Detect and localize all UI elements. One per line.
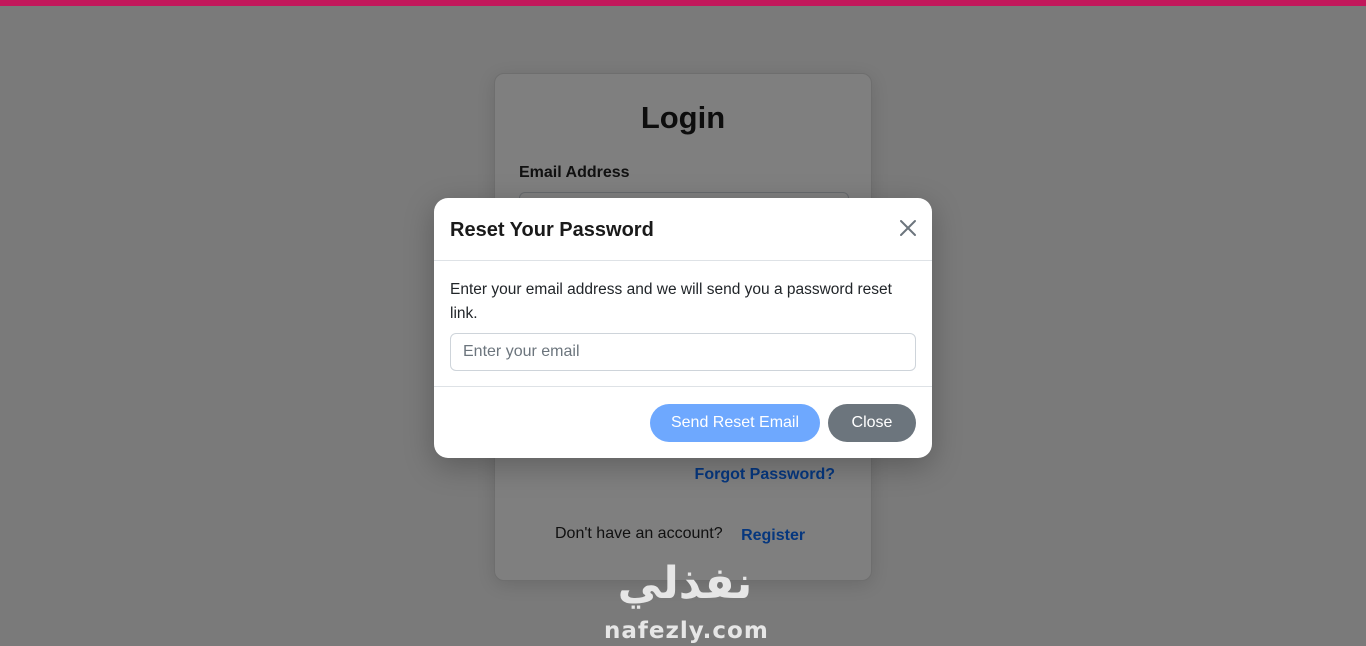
- reset-email-input[interactable]: [450, 333, 916, 371]
- modal-header: Reset Your Password: [434, 198, 932, 261]
- watermark-arabic: نفذلي: [617, 558, 754, 609]
- watermark-latin: nafezly.com: [604, 618, 769, 644]
- watermark-logo: نفذلي nafezly.com: [600, 558, 770, 646]
- reset-password-modal: Reset Your Password Enter your email add…: [434, 198, 932, 458]
- modal-body: Enter your email address and we will sen…: [434, 261, 932, 387]
- modal-description: Enter your email address and we will sen…: [450, 281, 892, 322]
- modal-title: Reset Your Password: [450, 219, 654, 241]
- close-button[interactable]: Close: [828, 404, 916, 442]
- close-icon[interactable]: [896, 216, 920, 240]
- modal-footer: Send Reset Email Close: [434, 387, 932, 458]
- top-accent-bar: [0, 0, 1366, 6]
- send-reset-email-button[interactable]: Send Reset Email: [650, 404, 820, 442]
